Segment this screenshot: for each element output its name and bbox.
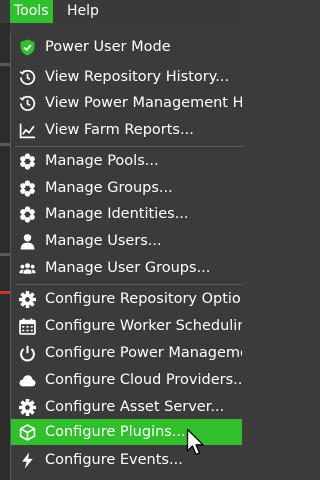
gear-icon <box>18 398 36 416</box>
menu-separator <box>15 284 242 285</box>
edge-fragment <box>0 253 10 256</box>
menu-item-label: View Power Management Hi <box>45 95 242 111</box>
shield-icon <box>18 38 36 56</box>
menu-item-label: Configure Events... <box>45 452 183 468</box>
menu-bar: Tools Help <box>0 0 241 23</box>
cloud-icon <box>18 371 36 389</box>
menu-item-label: Manage Identities... <box>45 206 189 222</box>
menu-item-label: Configure Plugins... <box>45 424 186 440</box>
menu-item-configure-cloud-providers[interactable]: Configure Cloud Providers... <box>11 367 242 393</box>
history-clock-icon <box>18 94 36 112</box>
menu-item-configure-worker-scheduling[interactable]: Configure Worker Schedulin <box>11 313 242 339</box>
edge-fragment <box>0 63 10 66</box>
flower-icon <box>18 179 36 197</box>
edge-fragment <box>0 143 10 146</box>
menu-item-configure-asset-server[interactable]: Configure Asset Server... <box>11 394 242 420</box>
menu-item-label: Configure Cloud Providers... <box>45 372 242 388</box>
menu-item-label: Configure Repository Optior <box>45 291 242 307</box>
menu-item-configure-repository-options[interactable]: Configure Repository Optior <box>11 286 242 312</box>
menu-item-label: View Farm Reports... <box>45 122 194 138</box>
menu-item-label: Configure Asset Server... <box>45 399 225 415</box>
menu-item-configure-power-management[interactable]: Configure Power Manageme <box>11 340 242 366</box>
menu-item-label: View Repository History... <box>45 69 230 85</box>
menu-item-label: Configure Worker Schedulin <box>45 318 242 334</box>
menu-item-manage-user-groups[interactable]: Manage User Groups... <box>11 255 242 281</box>
menu-item-label: Configure Power Manageme <box>45 345 242 361</box>
calendar-icon <box>18 317 36 335</box>
menu-item-manage-pools[interactable]: Manage Pools... <box>11 148 242 174</box>
history-clock-icon <box>18 68 36 86</box>
flower-icon <box>18 152 36 170</box>
menu-item-manage-groups[interactable]: Manage Groups... <box>11 175 242 201</box>
menu-item-power-user-mode[interactable]: Power User Mode <box>11 34 242 60</box>
cube-icon <box>18 423 36 441</box>
menu-item-label: Manage Users... <box>45 233 162 249</box>
menu-item-manage-identities[interactable]: Manage Identities... <box>11 201 242 227</box>
menu-help[interactable]: Help <box>63 0 103 23</box>
menu-item-view-farm-reports[interactable]: View Farm Reports... <box>11 117 242 143</box>
menu-item-label: Manage User Groups... <box>45 260 211 276</box>
menu-item-label: Manage Groups... <box>45 180 173 196</box>
tools-dropdown-menu: Power User Mode View Repository History.… <box>10 33 242 480</box>
bolt-icon <box>18 451 36 469</box>
gear-icon <box>18 290 36 308</box>
line-chart-icon <box>18 121 36 139</box>
menu-item-label: Manage Pools... <box>45 153 159 169</box>
menu-item-label: Power User Mode <box>45 39 171 55</box>
users-icon <box>18 259 36 277</box>
menu-separator <box>15 146 242 147</box>
background-window-edge <box>0 23 10 480</box>
mouse-cursor-icon <box>186 428 204 456</box>
power-icon <box>18 344 36 362</box>
menu-item-manage-users[interactable]: Manage Users... <box>11 228 242 254</box>
menu-item-view-repository-history[interactable]: View Repository History... <box>11 64 242 90</box>
menu-tools[interactable]: Tools <box>10 0 53 23</box>
flower-icon <box>18 205 36 223</box>
menu-item-view-power-management-history[interactable]: View Power Management Hi <box>11 90 242 116</box>
user-icon <box>18 232 36 250</box>
edge-fragment <box>0 291 10 294</box>
